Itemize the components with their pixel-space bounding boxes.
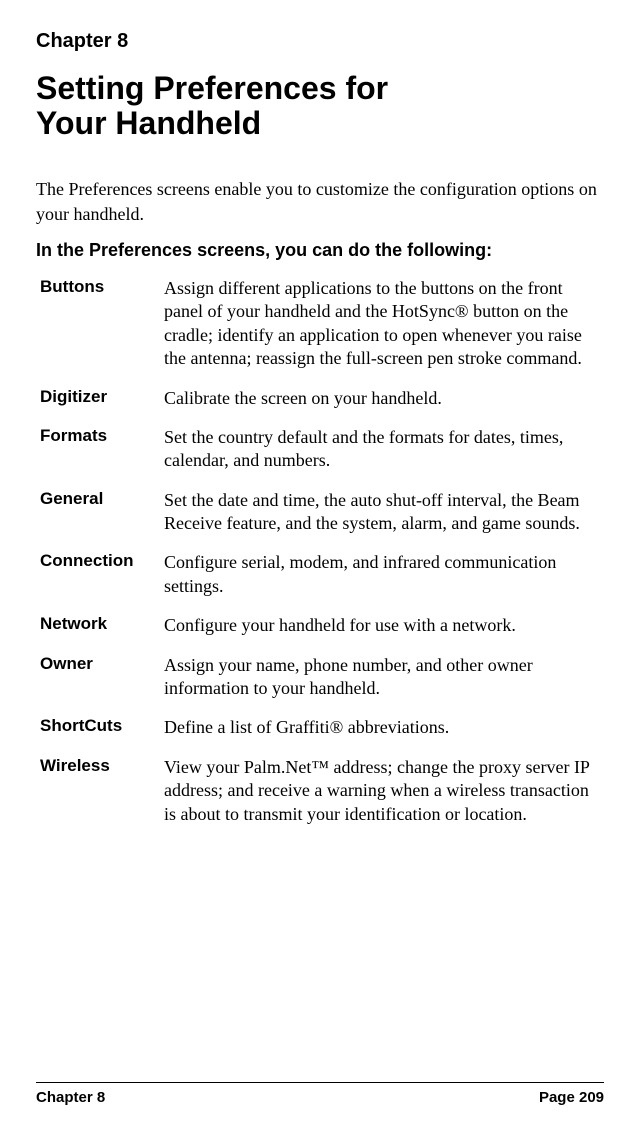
- footer-chapter: Chapter 8: [36, 1089, 105, 1106]
- table-row: General Set the date and time, the auto …: [36, 489, 604, 536]
- footer-page-number: Page 209: [539, 1089, 604, 1106]
- table-row: Owner Assign your name, phone number, an…: [36, 654, 604, 701]
- pref-label-connection: Connection: [36, 551, 164, 598]
- pref-label-wireless: Wireless: [36, 756, 164, 826]
- table-row: ShortCuts Define a list of Graffiti® abb…: [36, 716, 604, 739]
- table-row: Buttons Assign different applications to…: [36, 277, 604, 371]
- pref-label-general: General: [36, 489, 164, 536]
- pref-label-shortcuts: ShortCuts: [36, 716, 164, 739]
- chapter-title-line1: Setting Preferences for: [36, 70, 388, 106]
- table-row: Wireless View your Palm.Net™ address; ch…: [36, 756, 604, 826]
- pref-desc: Set the country default and the formats …: [164, 426, 604, 473]
- pref-label-owner: Owner: [36, 654, 164, 701]
- chapter-title-line2: Your Handheld: [36, 105, 261, 141]
- pref-desc: Configure serial, modem, and infrared co…: [164, 551, 604, 598]
- pref-desc: Configure your handheld for use with a n…: [164, 614, 604, 637]
- pref-desc: Assign different applications to the but…: [164, 277, 604, 371]
- intro-paragraph: The Preferences screens enable you to cu…: [36, 177, 604, 226]
- pref-label-digitizer: Digitizer: [36, 387, 164, 410]
- table-row: Formats Set the country default and the …: [36, 426, 604, 473]
- pref-desc: Assign your name, phone number, and othe…: [164, 654, 604, 701]
- table-row: Digitizer Calibrate the screen on your h…: [36, 387, 604, 410]
- chapter-title: Setting Preferences for Your Handheld: [36, 71, 604, 141]
- pref-label-network: Network: [36, 614, 164, 637]
- chapter-label: Chapter 8: [36, 30, 604, 53]
- section-heading: In the Preferences screens, you can do t…: [36, 240, 604, 261]
- table-row: Network Configure your handheld for use …: [36, 614, 604, 637]
- pref-desc: View your Palm.Net™ address; change the …: [164, 756, 604, 826]
- pref-desc: Set the date and time, the auto shut-off…: [164, 489, 604, 536]
- pref-label-buttons: Buttons: [36, 277, 164, 371]
- pref-label-formats: Formats: [36, 426, 164, 473]
- preferences-table: Buttons Assign different applications to…: [36, 277, 604, 826]
- pref-desc: Define a list of Graffiti® abbreviations…: [164, 716, 604, 739]
- table-row: Connection Configure serial, modem, and …: [36, 551, 604, 598]
- page-footer: Chapter 8 Page 209: [36, 1082, 604, 1106]
- pref-desc: Calibrate the screen on your handheld.: [164, 387, 604, 410]
